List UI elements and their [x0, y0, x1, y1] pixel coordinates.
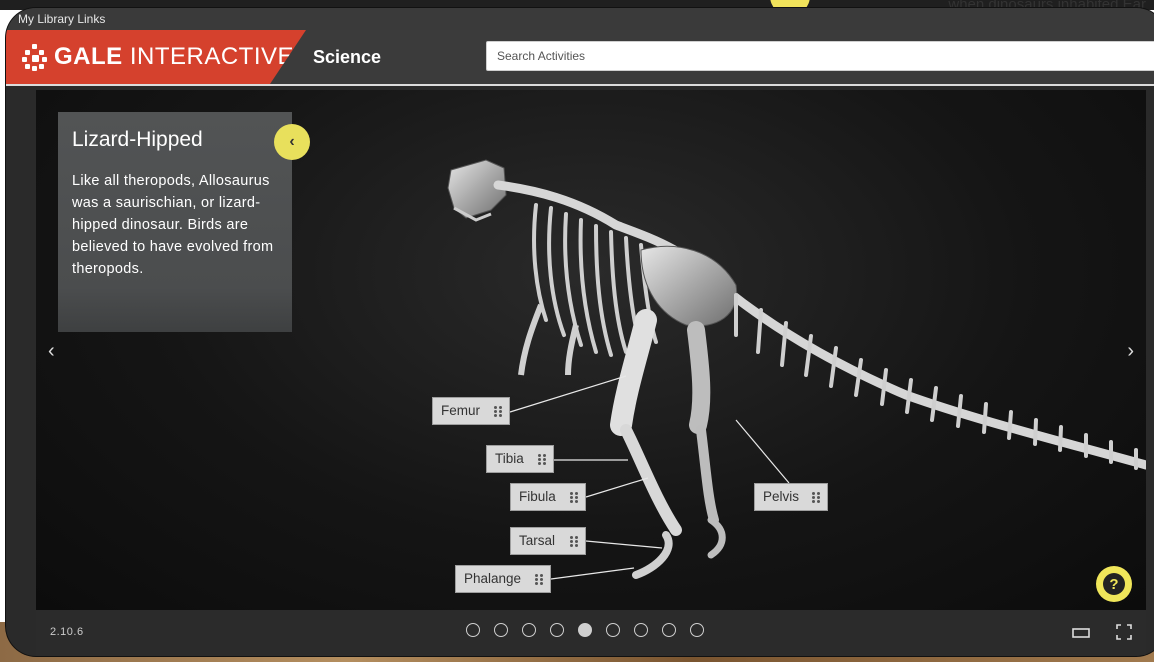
label-tibia[interactable]: Tibia	[486, 445, 554, 473]
chevron-left-icon: ‹	[48, 340, 55, 362]
gale-logo-icon	[22, 44, 48, 71]
slide-dot-1[interactable]	[466, 623, 480, 637]
label-text: Tibia	[495, 451, 524, 466]
help-button[interactable]: ?	[1096, 566, 1132, 602]
question-icon: ?	[1103, 573, 1125, 595]
chevron-right-icon: ›	[1127, 340, 1134, 362]
fullscreen-button[interactable]	[1116, 624, 1132, 645]
gale-interactive-window: My Library Links GALE INTERACTIVE Scienc…	[6, 8, 1154, 656]
library-links-bar[interactable]: My Library Links	[6, 8, 1154, 30]
drag-grip-icon[interactable]	[538, 454, 546, 465]
slide-dot-2[interactable]	[494, 623, 508, 637]
label-text: Phalange	[464, 571, 522, 586]
skeleton-3d-viewer[interactable]: Lizard-Hipped Like all theropods, Allosa…	[36, 90, 1146, 610]
drag-grip-icon[interactable]	[570, 492, 578, 503]
drag-grip-icon[interactable]	[812, 492, 820, 503]
collapse-panel-button[interactable]: ‹	[274, 124, 310, 160]
label-text: Pelvis	[763, 489, 800, 504]
label-text: Tarsal	[519, 533, 556, 548]
widescreen-icon	[1072, 628, 1090, 638]
brand-name: GALE INTERACTIVE	[54, 43, 295, 70]
widescreen-button[interactable]	[1072, 626, 1090, 644]
slide-dot-7[interactable]	[634, 623, 648, 637]
label-pelvis[interactable]: Pelvis	[754, 483, 828, 511]
label-text: Femur	[441, 403, 481, 418]
info-description: Like all theropods, Allosaurus was a sau…	[72, 173, 274, 277]
slide-dot-3[interactable]	[522, 623, 536, 637]
next-slide-button[interactable]: ›	[1127, 340, 1134, 363]
info-panel: Lizard-Hipped Like all theropods, Allosa…	[58, 112, 292, 332]
slide-dot-9[interactable]	[690, 623, 704, 637]
fullscreen-icon	[1116, 624, 1132, 640]
slide-dot-4[interactable]	[550, 623, 564, 637]
app-header: GALE INTERACTIVE Science Search Activiti…	[6, 30, 1154, 86]
player-footer: 2.10.6	[36, 610, 1146, 656]
previous-slide-button[interactable]: ‹	[48, 340, 55, 363]
label-femur[interactable]: Femur	[432, 397, 510, 425]
info-title: Lizard-Hipped	[72, 128, 203, 151]
drag-grip-icon[interactable]	[494, 406, 502, 417]
label-fibula[interactable]: Fibula	[510, 483, 586, 511]
section-title: Science	[313, 47, 382, 67]
chevron-left-icon: ‹	[289, 133, 295, 150]
slide-dot-8[interactable]	[662, 623, 676, 637]
slide-pagination	[466, 623, 704, 637]
search-input[interactable]: Search Activities	[486, 41, 1154, 71]
drag-grip-icon[interactable]	[570, 536, 578, 547]
label-phalange[interactable]: Phalange	[455, 565, 551, 593]
drag-grip-icon[interactable]	[535, 574, 543, 585]
slide-dot-5[interactable]	[578, 623, 592, 637]
slide-dot-6[interactable]	[606, 623, 620, 637]
version-number: 2.10.6	[50, 626, 84, 638]
label-text: Fibula	[519, 489, 556, 504]
label-tarsal[interactable]: Tarsal	[510, 527, 586, 555]
gale-logo[interactable]: GALE INTERACTIVE	[6, 30, 306, 84]
